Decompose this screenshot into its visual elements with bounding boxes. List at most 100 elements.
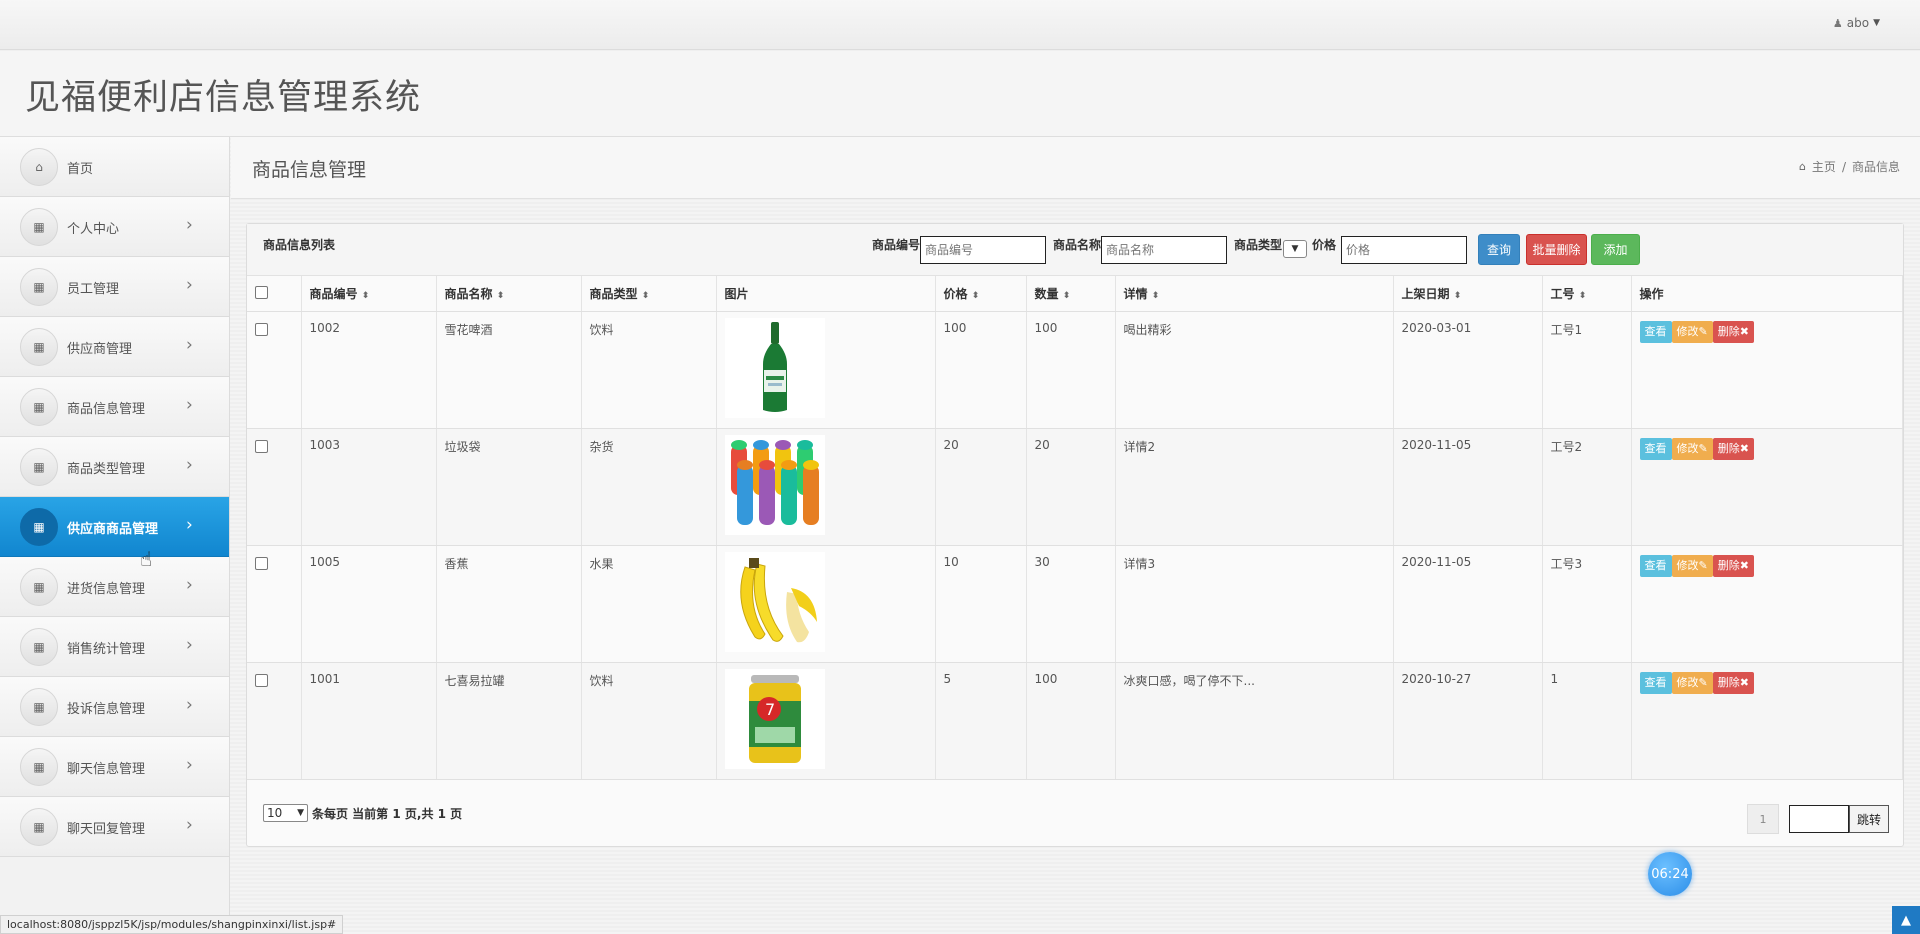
page-size-select[interactable]: 10 ▼ (263, 804, 308, 822)
cell-type: 水果 (581, 545, 717, 663)
filter-name-input[interactable] (1101, 236, 1227, 264)
sidebar-item[interactable]: ▦ 商品类型管理 › (0, 437, 229, 497)
cell-name: 七喜易拉罐 (436, 662, 582, 780)
product-image (724, 551, 825, 652)
edit-button[interactable]: 修改✎ (1671, 437, 1713, 460)
row-checkbox[interactable] (255, 439, 268, 453)
sort-icon: ⬍ (1578, 290, 1587, 301)
sidebar-item[interactable]: ⌂ 首页 (0, 137, 229, 197)
col-header[interactable]: 工号 ⬍ (1542, 276, 1632, 312)
chevron-right-icon: › (186, 695, 193, 715)
sidebar-item-label: 个人中心 (67, 222, 120, 237)
jump-button[interactable]: 跳转 (1849, 805, 1889, 833)
cell-image: 7 (716, 662, 936, 780)
search-button[interactable]: 查询 (1478, 234, 1520, 265)
col-header-label: 工号 (1550, 286, 1575, 301)
add-button[interactable]: 添加 (1591, 234, 1640, 265)
delete-button[interactable]: 删除✖ (1712, 671, 1754, 694)
filter-type-select[interactable]: ▼ (1283, 240, 1307, 258)
pencil-icon: ✎ (1698, 441, 1708, 455)
chevron-right-icon: › (186, 815, 193, 835)
chevron-right-icon: › (186, 515, 193, 535)
sidebar-item[interactable]: ▦ 投诉信息管理 › (0, 677, 229, 737)
edit-label: 修改 (1676, 324, 1699, 338)
filter-price-input[interactable] (1341, 236, 1467, 264)
cell-detail: 冰爽口感，喝了停不下... (1115, 662, 1394, 780)
top-bar: ♟ abo ▼ (0, 0, 1920, 50)
view-button[interactable]: 查看 (1639, 320, 1672, 343)
sidebar-item[interactable]: ▦ 商品信息管理 › (0, 377, 229, 437)
sidebar-item[interactable]: ▦ 聊天信息管理 › (0, 737, 229, 797)
sidebar-item[interactable]: ▦ 供应商管理 › (0, 317, 229, 377)
col-header[interactable]: 上架日期 ⬍ (1393, 276, 1543, 312)
page-number-button[interactable]: 1 (1747, 804, 1779, 834)
delete-button[interactable]: 删除✖ (1712, 554, 1754, 577)
delete-button[interactable]: 删除✖ (1712, 320, 1754, 343)
select-all-checkbox[interactable] (255, 286, 268, 300)
row-checkbox[interactable] (255, 556, 268, 570)
col-header[interactable]: 商品名称 ⬍ (436, 276, 582, 312)
clock-badge: 06:24 (1648, 852, 1692, 896)
sidebar-item-label: 聊天信息管理 (67, 762, 146, 777)
batch-delete-button[interactable]: 批量删除 (1526, 234, 1587, 265)
cell-detail: 喝出精彩 (1115, 311, 1394, 429)
col-header: 图片 (716, 276, 936, 312)
grid-icon: ▦ (20, 808, 58, 846)
edit-button[interactable]: 修改✎ (1671, 671, 1713, 694)
sidebar-item[interactable]: ▦ 个人中心 › (0, 197, 229, 257)
view-button[interactable]: 查看 (1639, 671, 1672, 694)
sidebar-item[interactable]: ▦ 员工管理 › (0, 257, 229, 317)
view-button[interactable]: 查看 (1639, 437, 1672, 460)
sidebar-item[interactable]: ▦ 销售统计管理 › (0, 617, 229, 677)
sidebar-item[interactable]: ▦ 供应商商品管理 › (0, 497, 229, 557)
user-icon: ♟ (1832, 16, 1843, 30)
delete-label: 删除 (1717, 675, 1740, 689)
delete-button[interactable]: 删除✖ (1712, 437, 1754, 460)
col-header[interactable]: 商品编号 ⬍ (301, 276, 437, 312)
sidebar-item-label: 聊天回复管理 (67, 822, 146, 837)
cell-image (716, 311, 936, 429)
col-header[interactable]: 价格 ⬍ (935, 276, 1027, 312)
sort-icon: ⬍ (1062, 290, 1071, 301)
col-header-label: 上架日期 (1401, 286, 1450, 301)
col-header[interactable]: 商品类型 ⬍ (581, 276, 717, 312)
table-row: 1002 雪花啤酒 饮料 100 100 喝出精彩 2020-03-01 工号1 查看 修改✎ 删除… (247, 311, 1903, 429)
row-checkbox[interactable] (255, 673, 268, 687)
col-header[interactable]: 详情 ⬍ (1115, 276, 1394, 312)
cell-actions: 查看 修改✎ 删除✖ (1631, 311, 1903, 429)
grid-icon: ▦ (20, 268, 58, 306)
caret-down-icon: ▼ (297, 808, 304, 818)
sort-icon: ⬍ (361, 290, 370, 301)
view-button[interactable]: 查看 (1639, 554, 1672, 577)
close-icon: ✖ (1739, 675, 1749, 689)
app-title: 见福便利店信息管理系统 (25, 78, 422, 118)
view-label: 查看 (1644, 558, 1667, 572)
chevron-right-icon: › (186, 215, 193, 235)
jump-page-input[interactable] (1789, 805, 1849, 833)
chevron-right-icon: › (186, 635, 193, 655)
product-image: 7 (724, 668, 825, 769)
status-bar-url: localhost:8080/jsppzl5K/jsp/modules/shan… (0, 915, 344, 934)
col-header-label: 商品编号 (309, 286, 358, 301)
back-to-top-icon[interactable]: ▲ (1892, 906, 1920, 934)
page-title: 商品信息管理 (252, 159, 367, 181)
edit-button[interactable]: 修改✎ (1671, 554, 1713, 577)
close-icon: ✖ (1739, 558, 1749, 572)
breadcrumb-home[interactable]: 主页 (1812, 158, 1836, 175)
sidebar-item[interactable]: ▦ 聊天回复管理 › (0, 797, 229, 857)
sort-icon: ⬍ (971, 290, 980, 301)
edit-button[interactable]: 修改✎ (1671, 320, 1713, 343)
sidebar-item[interactable]: ▦ 进货信息管理 › (0, 557, 229, 617)
user-menu[interactable]: ♟ abo ▼ (1833, 16, 1880, 30)
content-header: 商品信息管理 ⌂ 主页 / 商品信息 (231, 137, 1920, 199)
edit-label: 修改 (1676, 558, 1699, 572)
view-label: 查看 (1644, 324, 1667, 338)
col-header[interactable]: 数量 ⬍ (1026, 276, 1116, 312)
breadcrumb-current: 商品信息 (1851, 160, 1900, 174)
delete-label: 删除 (1717, 441, 1740, 455)
pencil-icon: ✎ (1698, 558, 1708, 572)
pencil-icon: ✎ (1698, 324, 1708, 338)
filter-code-input[interactable] (920, 236, 1046, 264)
row-checkbox[interactable] (255, 322, 268, 336)
pager-info: 10 ▼ 条每页 当前第 1 页,共 1 页 (263, 804, 462, 822)
